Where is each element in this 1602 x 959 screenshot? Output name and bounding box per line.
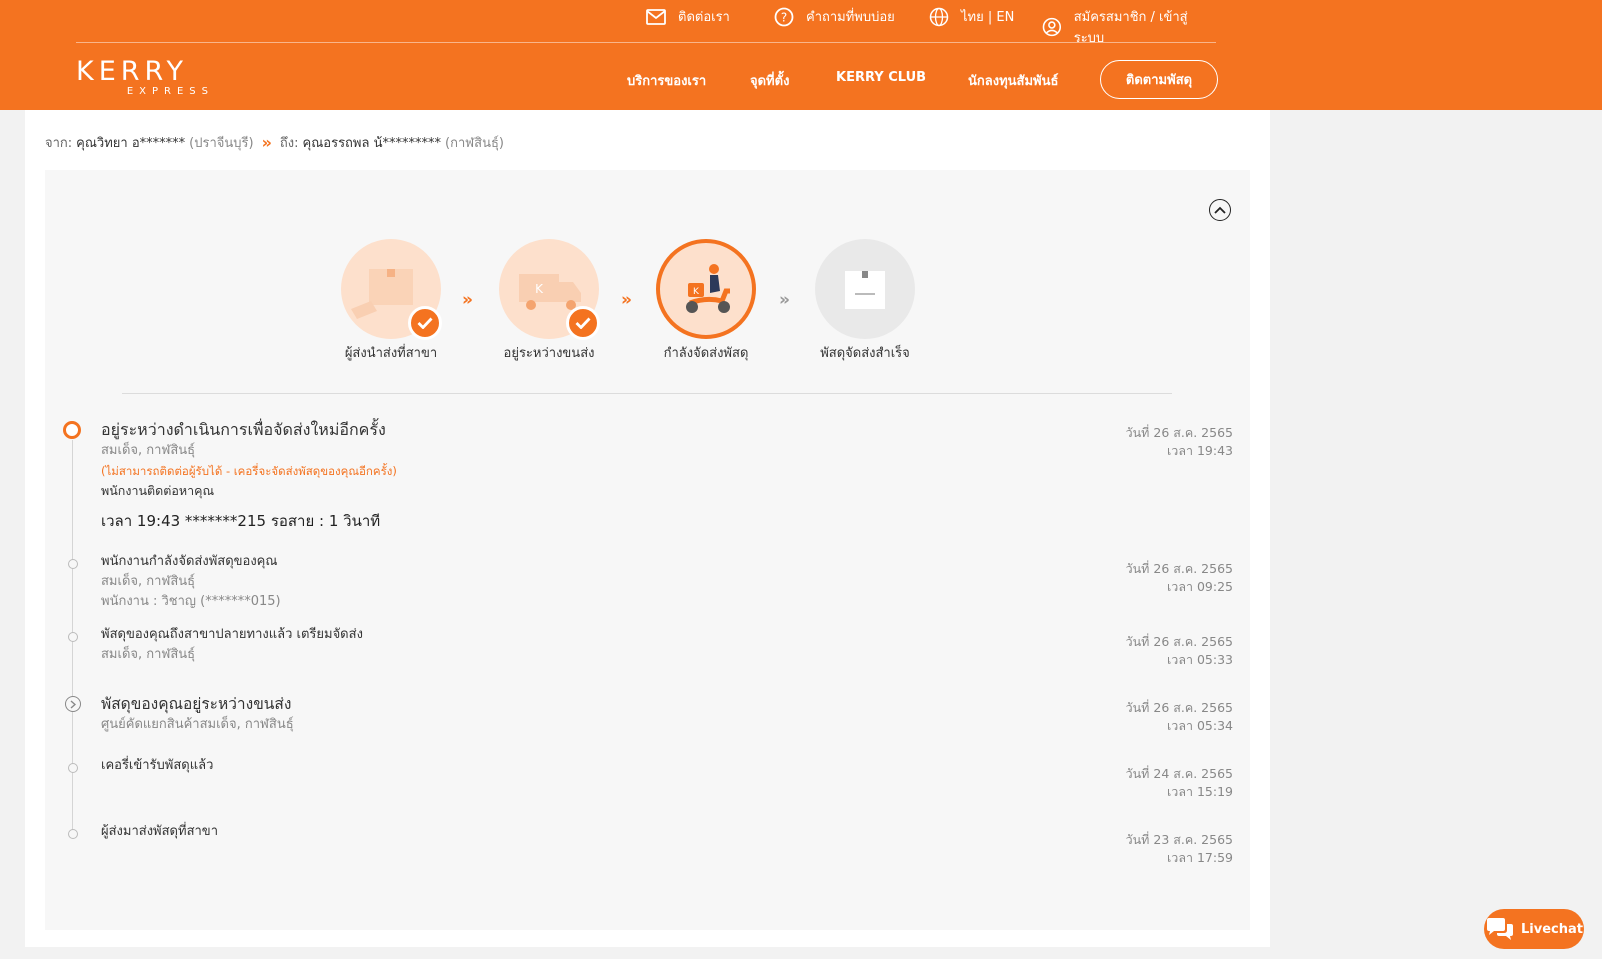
timeline-dot-transit (65, 696, 81, 712)
double-chevron-icon: » (261, 133, 272, 152)
nav-investors[interactable]: นักลงทุนสัมพันธ์ (968, 70, 1058, 91)
to-label: ถึง: (279, 136, 299, 151)
chevron-right-icon (70, 699, 76, 709)
top-bar: ติดต่อเรา ? คำถามที่พบบ่อย ไทย | EN สมัค… (76, 0, 1216, 46)
tracking-panel (45, 170, 1250, 930)
event-location: สมเด็จ, กาฬสินธุ์ (101, 443, 196, 458)
event-time: เวลา 09:25 (1167, 579, 1233, 594)
timeline-dot (68, 559, 78, 569)
delivery-scooter-icon: K (686, 264, 730, 313)
timeline-event: ผู้ส่งมาส่งพัสดุที่สาขา (101, 822, 218, 842)
event-location: สมเด็จ, กาฬสินธุ์ (101, 574, 196, 589)
contact-link[interactable]: ติดต่อเรา (646, 6, 730, 27)
step-delivering: K (656, 239, 756, 339)
faq-label: คำถามที่พบบ่อย (806, 10, 895, 25)
event-time: เวลา 05:34 (1167, 718, 1233, 733)
chat-bubbles-icon (1487, 918, 1513, 940)
timeline-dot (68, 763, 78, 773)
step-chevron-icon: » (621, 290, 632, 310)
event-date: วันที่ 24 ส.ค. 2565 (1125, 766, 1233, 781)
check-icon (566, 306, 600, 340)
step-label-delivered: พัสดุจัดส่งสำเร็จ (820, 346, 910, 361)
event-location: สมเด็จ, กาฬสินธุ์ (101, 647, 196, 662)
nav-locations[interactable]: จุดที่ตั้ง (750, 70, 789, 91)
from-label: จาก: (45, 136, 73, 151)
event-staff: พนักงาน : วิชาญ (*******015) (101, 594, 281, 609)
question-icon: ? (774, 7, 794, 26)
event-location: ศูนย์คัดแยกสินค้าสมเด็จ, กาฬสินธุ์ (101, 717, 294, 732)
svg-text:K: K (535, 282, 544, 296)
collapse-button[interactable] (1209, 199, 1231, 221)
timeline-dot-current (63, 421, 81, 439)
event-datetime: วันที่ 26 ส.ค. 2565 เวลา 19:43 (1033, 424, 1233, 460)
language-switch[interactable]: ไทย | EN (929, 6, 1014, 27)
site-header: ติดต่อเรา ? คำถามที่พบบ่อย ไทย | EN สมัค… (0, 0, 1602, 110)
event-datetime: วันที่ 26 ส.ค. 2565 เวลา 09:25 (1033, 560, 1233, 596)
event-date: วันที่ 23 ส.ค. 2565 (1125, 832, 1233, 847)
step-label-in-transit: อยู่ระหว่างขนส่ง (503, 346, 595, 361)
chevron-up-icon (1214, 206, 1226, 214)
event-datetime: วันที่ 26 ส.ค. 2565 เวลา 05:34 (1033, 699, 1233, 735)
livechat-button[interactable]: Livechat (1484, 909, 1584, 949)
check-icon (408, 306, 442, 340)
faq-link[interactable]: ? คำถามที่พบบ่อย (774, 6, 895, 27)
timeline-dot (68, 632, 78, 642)
event-title: พนักงานกำลังจัดส่งพัสดุของคุณ (101, 554, 278, 569)
nav-services[interactable]: บริการของเรา (627, 70, 706, 91)
event-date: วันที่ 26 ส.ค. 2565 (1125, 700, 1233, 715)
event-datetime: วันที่ 24 ส.ค. 2565 เวลา 15:19 (1033, 765, 1233, 801)
logo-sub-text: EXPRESS (126, 86, 214, 97)
event-time: เวลา 17:59 (1167, 850, 1233, 865)
timeline-event: พัสดุของคุณถึงสาขาปลายทางแล้ว เตรียมจัดส… (101, 625, 363, 665)
account-label: สมัครสมาชิก / เข้าสู่ระบบ (1073, 10, 1188, 46)
event-detail: พนักงานติดต่อหาคุณ (101, 483, 215, 498)
event-title: พัสดุของคุณถึงสาขาปลายทางแล้ว เตรียมจัดส… (101, 627, 363, 642)
step-delivered (815, 239, 915, 339)
timeline-event-transit: พัสดุของคุณอยู่ระหว่างขนส่ง ศูนย์คัดแยกส… (101, 693, 294, 735)
parcel-box-icon (845, 271, 885, 309)
event-title: ผู้ส่งมาส่งพัสดุที่สาขา (101, 824, 218, 839)
event-title: เคอรี่เข้ารับพัสดุแล้ว (101, 758, 214, 773)
event-datetime: วันที่ 26 ส.ค. 2565 เวลา 05:33 (1033, 633, 1233, 669)
step-chevron-icon: » (779, 290, 790, 310)
shipment-parties: จาก: คุณวิทยา อ******* (ปราจีนบุรี) » ถึ… (45, 132, 504, 153)
step-label-drop-off: ผู้ส่งนำส่งที่สาขา (344, 346, 438, 361)
timeline-event: พนักงานกำลังจัดส่งพัสดุของคุณ สมเด็จ, กา… (101, 552, 281, 612)
nav-kerry-club[interactable]: KERRY CLUB (836, 70, 926, 85)
timeline-dot (68, 829, 78, 839)
recipient-name: คุณอรรถพล น้********* (302, 136, 441, 151)
event-note: (ไม่สามารถติดต่อผู้รับได้ - เคอรี่จะจัดส… (101, 464, 397, 478)
event-datetime: วันที่ 23 ส.ค. 2565 เวลา 17:59 (1033, 831, 1233, 867)
sender-city: (ปราจีนบุรี) (189, 136, 254, 151)
user-icon (1042, 17, 1062, 37)
event-time: เวลา 19:43 (1167, 443, 1233, 458)
timeline-event-current: อยู่ระหว่างดำเนินการเพื่อจัดส่งใหม่อีกคร… (101, 419, 397, 533)
event-time: เวลา 15:19 (1167, 784, 1233, 799)
event-date: วันที่ 26 ส.ค. 2565 (1125, 425, 1233, 440)
step-chevron-icon: » (462, 290, 473, 310)
mail-icon (646, 8, 666, 25)
globe-icon (929, 7, 949, 26)
svg-text:?: ? (781, 10, 787, 24)
contact-label: ติดต่อเรา (678, 10, 730, 25)
event-title: พัสดุของคุณอยู่ระหว่างขนส่ง (101, 695, 292, 713)
event-date: วันที่ 26 ส.ค. 2565 (1125, 561, 1233, 576)
kerry-logo[interactable]: KERRY EXPRESS (76, 58, 236, 97)
account-link[interactable]: สมัครสมาชิก / เข้าสู่ระบบ (1042, 6, 1216, 48)
timeline-event: เคอรี่เข้ารับพัสดุแล้ว (101, 756, 213, 776)
language-label: ไทย | EN (961, 10, 1015, 25)
recipient-city: (กาฬสินธุ์) (445, 136, 504, 151)
logo-main-text: KERRY (76, 56, 189, 87)
section-divider (122, 393, 1172, 394)
livechat-label: Livechat (1521, 921, 1583, 937)
event-title: อยู่ระหว่างดำเนินการเพื่อจัดส่งใหม่อีกคร… (101, 420, 386, 439)
track-parcel-button[interactable]: ติดตามพัสดุ (1100, 60, 1218, 99)
event-date: วันที่ 26 ส.ค. 2565 (1125, 634, 1233, 649)
event-time: เวลา 05:33 (1167, 652, 1233, 667)
event-call-info: เวลา 19:43 *******215 รอสาย : 1 วินาที (101, 512, 381, 530)
sender-name: คุณวิทยา อ******* (76, 136, 186, 151)
step-label-delivering: กำลังจัดส่งพัสดุ (663, 346, 749, 361)
